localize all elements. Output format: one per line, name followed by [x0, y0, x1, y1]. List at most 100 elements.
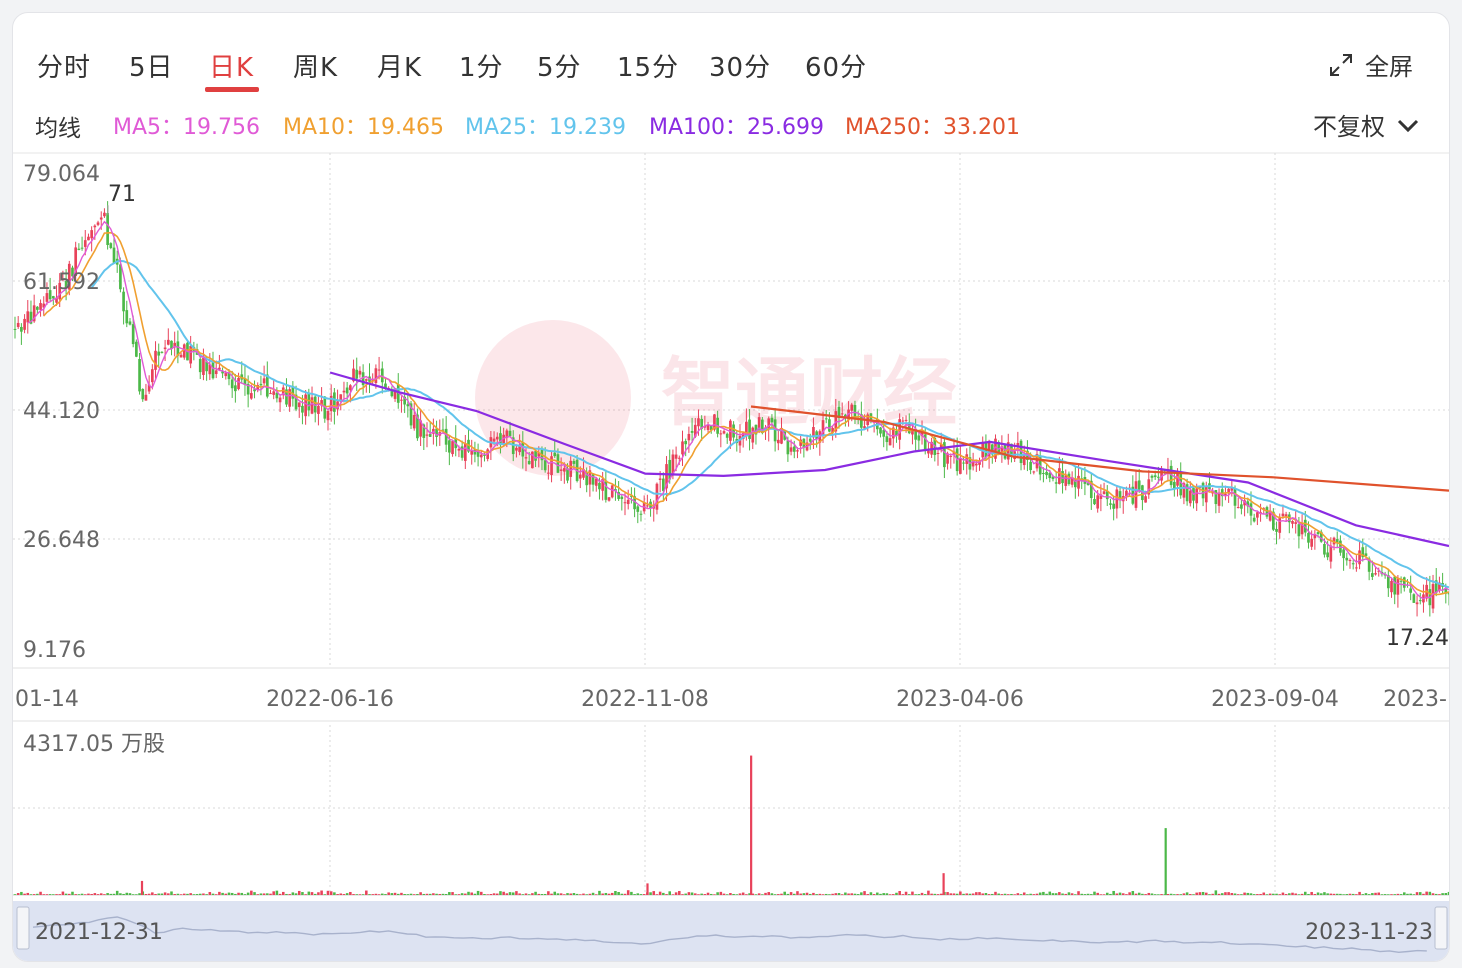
volume-bar	[1086, 893, 1090, 895]
candle-body	[51, 296, 55, 299]
candle-body	[1153, 475, 1157, 478]
volume-bar	[371, 894, 374, 895]
volume-bar	[901, 894, 905, 895]
candle-body	[345, 387, 349, 394]
volume-bar	[1045, 893, 1048, 895]
navigator-left-handle[interactable]	[16, 906, 30, 950]
candle-body	[380, 368, 384, 383]
candle-body	[349, 385, 352, 391]
volume-bar	[329, 891, 333, 895]
volume-bar	[815, 894, 818, 895]
volume-bar	[336, 894, 339, 895]
candle-body	[610, 485, 614, 498]
volume-bar	[856, 894, 860, 895]
volume-bar	[1074, 894, 1077, 895]
volume-bar	[914, 894, 917, 895]
volume-bar	[531, 893, 534, 895]
volume-bar	[706, 892, 710, 895]
volume-bar	[1329, 893, 1333, 895]
volume-bar	[1431, 893, 1435, 895]
volume-bar	[1371, 893, 1374, 895]
volume-bar	[1412, 894, 1416, 895]
volume-bar	[508, 892, 512, 895]
candle-body	[1172, 481, 1176, 489]
navigator-right-handle[interactable]	[1434, 906, 1448, 950]
volume-bar	[1396, 893, 1400, 895]
volume-bar	[390, 893, 394, 895]
candle-body	[1310, 538, 1314, 547]
volume-bar	[1054, 893, 1058, 895]
candle-body	[479, 454, 483, 458]
volume-bar	[1099, 894, 1103, 895]
volume-bar	[125, 892, 129, 895]
candle-body	[144, 394, 148, 401]
volume-bar	[333, 892, 336, 895]
volume-bar	[1141, 893, 1144, 895]
volume-bar	[572, 893, 576, 895]
volume-bar	[524, 893, 528, 895]
volume-bar	[1291, 892, 1294, 895]
volume-bar	[805, 892, 809, 895]
volume-bar	[243, 894, 247, 895]
volume-bar	[368, 894, 371, 895]
volume-bar	[796, 891, 799, 895]
volume-spike	[750, 755, 753, 895]
volume-bar	[122, 893, 125, 895]
volume-bar	[853, 893, 857, 895]
volume-bar	[834, 893, 838, 895]
volume-bar	[1345, 894, 1349, 895]
volume-bar	[1438, 894, 1441, 895]
volume-bar	[866, 894, 870, 895]
volume-bar	[1387, 894, 1390, 895]
candle-body	[959, 458, 962, 474]
candle-body	[198, 358, 202, 373]
volume-spike	[942, 873, 945, 895]
volume-bar	[151, 892, 154, 895]
y-tick-label-3: 26.648	[23, 528, 100, 553]
candle-body	[150, 369, 154, 383]
volume-bar	[1096, 892, 1099, 895]
volume-bar	[1173, 894, 1176, 895]
volume-bar	[1428, 891, 1432, 895]
candle-body	[83, 240, 87, 247]
candle-body	[808, 438, 812, 442]
candle-body	[80, 247, 84, 249]
volume-bar	[195, 894, 199, 895]
volume-bar	[888, 894, 892, 895]
volume-bar	[451, 892, 454, 895]
volume-bar	[547, 891, 550, 895]
volume-bar	[96, 894, 100, 895]
volume-bar	[895, 892, 898, 895]
volume-bar	[1227, 892, 1230, 895]
volume-bar	[802, 893, 806, 895]
volume-bar	[824, 893, 828, 895]
volume-bar	[240, 892, 244, 895]
volume-bar	[1061, 893, 1064, 895]
candle-body	[358, 370, 362, 375]
volume-bar	[588, 893, 592, 895]
volume-bar	[403, 894, 406, 895]
candle-body	[157, 351, 161, 356]
volume-bar	[358, 894, 362, 895]
volume-bar	[729, 893, 732, 895]
candle-body	[1409, 588, 1413, 593]
volume-bar	[703, 894, 707, 895]
x-tick-label-3: 2023-04-06	[896, 687, 1024, 712]
volume-bar	[42, 894, 46, 895]
volume-bar	[930, 893, 933, 895]
candle-body	[690, 431, 694, 433]
kline-chart[interactable]: 01-14 2022-06-16 2022-11-08 2023-04-06 2023-…	[13, 13, 1450, 962]
volume-bar	[879, 893, 882, 895]
volume-bar	[288, 894, 291, 895]
candle-body	[400, 399, 403, 401]
candle-body	[1418, 600, 1422, 602]
volume-bar	[716, 892, 719, 895]
volume-bar	[221, 892, 224, 895]
volume-bar	[984, 893, 988, 895]
volume-bar	[812, 892, 815, 895]
candle-body	[623, 502, 627, 504]
volume-bar	[994, 891, 997, 895]
candle-body	[278, 397, 282, 403]
candle-body	[307, 393, 311, 411]
candle-body	[569, 460, 573, 477]
